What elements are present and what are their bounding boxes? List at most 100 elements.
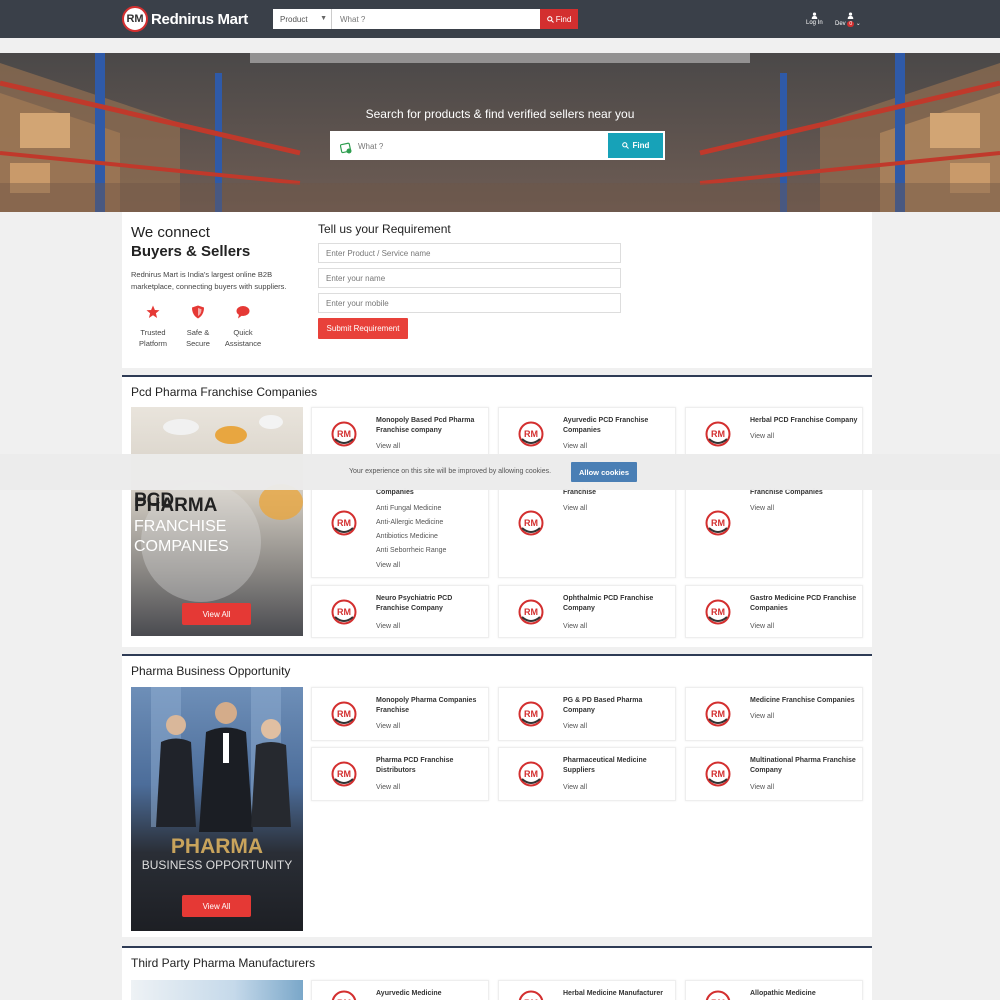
chat-icon [236,306,250,319]
banner-search-placeholder: What ? [358,142,384,151]
category-card[interactable]: RM Gastro Medicine PCD Franchise Compani… [685,585,863,638]
rm-logo-icon: RM [705,701,731,727]
brand-name: Rednirus Mart [151,10,248,28]
view-all-link[interactable]: View all [376,443,400,450]
shield-icon [192,305,204,319]
svg-text:RM: RM [524,607,538,617]
category-card[interactable]: RM Herbal PCD Franchise Company View all [685,407,863,455]
category-card[interactable]: RM Herbal Medicine Manufacturer [498,980,676,1000]
view-all-link[interactable]: View all [750,784,774,791]
category-card[interactable]: RM Ayurvedic PCD Franchise Companies Vie… [498,407,676,455]
mobile-input[interactable]: Enter your mobile [318,293,621,313]
category-card[interactable]: RM Monopoly Based Pcd Pharma Franchise c… [311,407,489,455]
connect-description: Rednirus Mart is India's largest online … [131,270,287,291]
view-all-link[interactable]: View all [563,505,587,512]
rm-logo-icon: RM [518,421,544,447]
rm-logo-icon: RM [331,510,357,536]
banner-find-button[interactable]: Find [608,133,663,158]
chevron-down-icon: ▼ [320,15,327,22]
view-all-link[interactable]: View all [376,562,400,569]
promo-line: COMPANIES [134,538,229,555]
card-title: Monopoly Based Pcd Pharma Franchise comp… [376,417,475,434]
category-card[interactable]: RM Monopoly Pharma Companies Franchise V… [311,687,489,741]
search-category-select[interactable]: Product ▼ [273,9,332,29]
user-icon [811,12,818,19]
category-card[interactable]: RM Pharmaceutical Medicine Suppliers Vie… [498,747,676,801]
feature-label-2: Platform [139,339,167,348]
category-card[interactable]: RM PG & PD Based Pharma Company View all [498,687,676,741]
connect-panel: We connect Buyers & Sellers Rednirus Mar… [122,212,872,368]
card-title: Ayurvedic Medicine Manufacturer [376,990,442,997]
view-all-link[interactable]: View all [750,505,774,512]
notification-badge: 0 [847,21,855,27]
view-all-link[interactable]: View all [376,784,400,791]
subcategory-link[interactable]: Antibiotics Medicine [376,533,438,540]
category-card[interactable]: RM Pharma PCD Franchise Distributors Vie… [311,747,489,801]
view-all-link[interactable]: View all [750,623,774,630]
view-all-button[interactable]: View All [182,603,251,625]
pcd-promo-banner[interactable]: PCD PHARMA FRANCHISE COMPANIES View All [131,407,303,636]
category-card[interactable]: RM Allopathic Medicine Manufacturer [685,980,863,1000]
view-all-link[interactable]: View all [750,713,774,720]
card-title: Multinational Pharma Franchise Company [750,757,856,774]
allow-cookies-button[interactable]: Allow cookies [571,462,637,482]
feature-label-2: Secure [186,339,210,348]
business-promo-banner[interactable]: PHARMA BUSINESS OPPORTUNITY View All [131,687,303,931]
category-card[interactable]: RM Ayurvedic Medicine Manufacturer [311,980,489,1000]
view-all-link[interactable]: View all [563,723,587,730]
rm-logo-icon: RM [518,599,544,625]
view-all-button[interactable]: View All [182,895,251,917]
tag-icon [340,142,352,154]
subcategory-link[interactable]: Anti Seborrheic Range [376,547,446,554]
subcategory-link[interactable]: Anti-Allergic Medicine [376,519,443,526]
manufacturers-promo-banner[interactable] [131,980,303,1000]
svg-text:RM: RM [711,709,725,719]
login-link[interactable]: Log In [806,12,823,26]
svg-text:RM: RM [337,429,351,439]
header-search: Product ▼ What ? Find [273,9,578,29]
rm-logo-icon: RM [705,990,731,1000]
category-card[interactable]: RM Neuro Psychiatric PCD Franchise Compa… [311,585,489,638]
promo-line: BUSINESS OPPORTUNITY [141,858,293,872]
connect-heading: We connect [131,224,210,241]
header-find-button[interactable]: Find [540,9,578,29]
promo-line: FRANCHISE [134,518,227,535]
view-all-link[interactable]: View all [563,623,587,630]
user-icon [847,12,854,19]
user-menu[interactable]: Dev 0 ⌄ [835,12,861,27]
card-title: Ophthalmic PCD Franchise Company [563,595,654,612]
chevron-down-icon: ⌄ [855,21,861,27]
name-input[interactable]: Enter your name [318,268,621,288]
card-title: Herbal Medicine Manufacturer [563,990,663,997]
svg-text:RM: RM [711,518,725,528]
category-card[interactable]: RM Multinational Pharma Franchise Compan… [685,747,863,801]
category-card[interactable]: RM Ophthalmic PCD Franchise Company View… [498,585,676,638]
product-name-input[interactable]: Enter Product / Service name [318,243,621,263]
card-title: Gastro Medicine PCD Franchise Companies [750,595,857,612]
view-all-link[interactable]: View all [376,623,400,630]
svg-text:RM: RM [337,769,351,779]
view-all-link[interactable]: View all [750,433,774,440]
banner-search-input[interactable]: What ? [332,133,608,158]
header-search-input[interactable]: What ? [332,9,540,29]
submit-requirement-button[interactable]: Submit Requirement [318,318,408,339]
promo-line: PHARMA [170,835,264,858]
section-third-party-manufacturers: Third Party Pharma Manufacturers RM Ayur… [122,946,872,1000]
subcategory-link[interactable]: Anti Fungal Medicine [376,505,441,512]
section-title: Pharma Business Opportunity [131,664,291,678]
feature-trusted: Trusted Platform [131,305,175,349]
category-card[interactable]: RM Medicine Franchise Companies View all [685,687,863,741]
cookie-message: Your experience on this site will be imp… [349,468,552,475]
view-all-link[interactable]: View all [376,723,400,730]
rm-logo-icon: RM [331,701,357,727]
header-find-label: Find [555,14,572,24]
card-title: Pharmaceutical Medicine Suppliers [563,757,647,774]
view-all-link[interactable]: View all [563,784,587,791]
banner-find-label: Find [632,141,650,150]
logo-mark: RM [122,6,148,32]
top-navbar: RM Rednirus Mart Product ▼ What ? Find L… [0,0,1000,38]
view-all-link[interactable]: View all [563,443,587,450]
rm-logo-icon: RM [705,761,731,787]
brand-logo[interactable]: RM Rednirus Mart [122,5,248,33]
login-label: Log In [806,20,823,26]
